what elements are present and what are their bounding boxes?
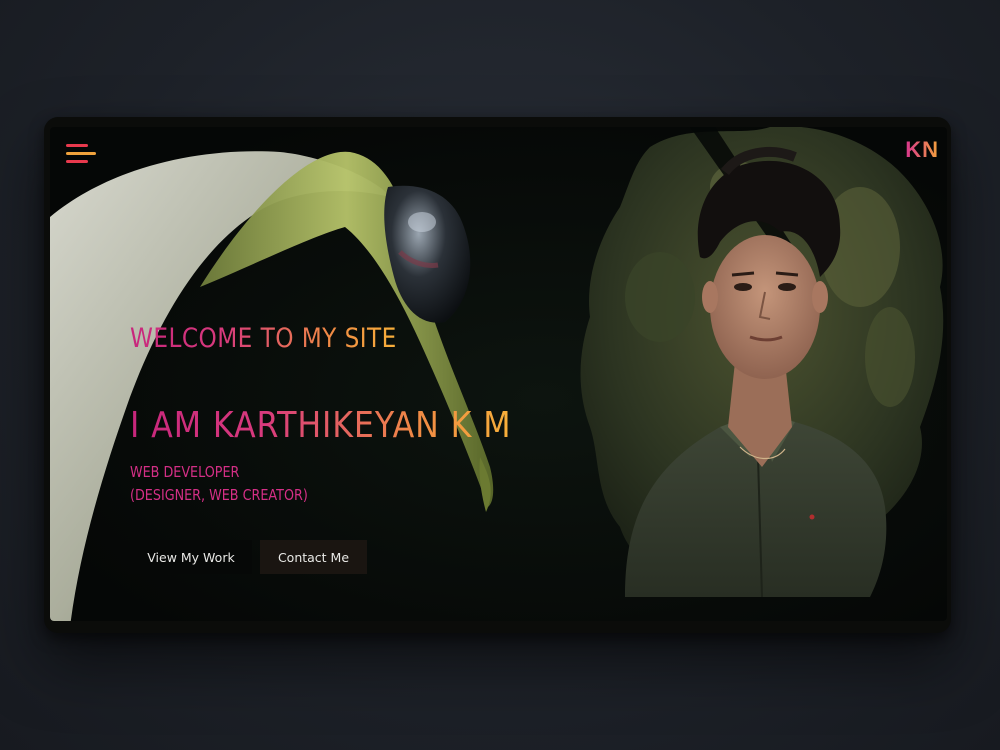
role-subtitle: (DESIGNER, WEB CREATOR) [130, 486, 308, 504]
site-logo[interactable]: KN [905, 137, 939, 163]
website-screen: KN WELCOME TO MY SITE I AM KARTHIKEYAN K… [50, 127, 947, 621]
contact-me-button[interactable]: Contact Me [260, 540, 367, 574]
view-my-work-button[interactable]: View My Work [130, 540, 252, 574]
role-title: WEB DEVELOPER [130, 463, 240, 481]
welcome-heading: WELCOME TO MY SITE [130, 323, 397, 354]
menu-line [66, 152, 96, 155]
menu-line [66, 160, 88, 163]
device-frame: KN WELCOME TO MY SITE I AM KARTHIKEYAN K… [44, 117, 951, 633]
name-heading: I AM KARTHIKEYAN K M [130, 405, 512, 446]
menu-line [66, 144, 88, 147]
hamburger-menu-icon[interactable] [62, 139, 96, 173]
profile-photo [580, 127, 944, 598]
